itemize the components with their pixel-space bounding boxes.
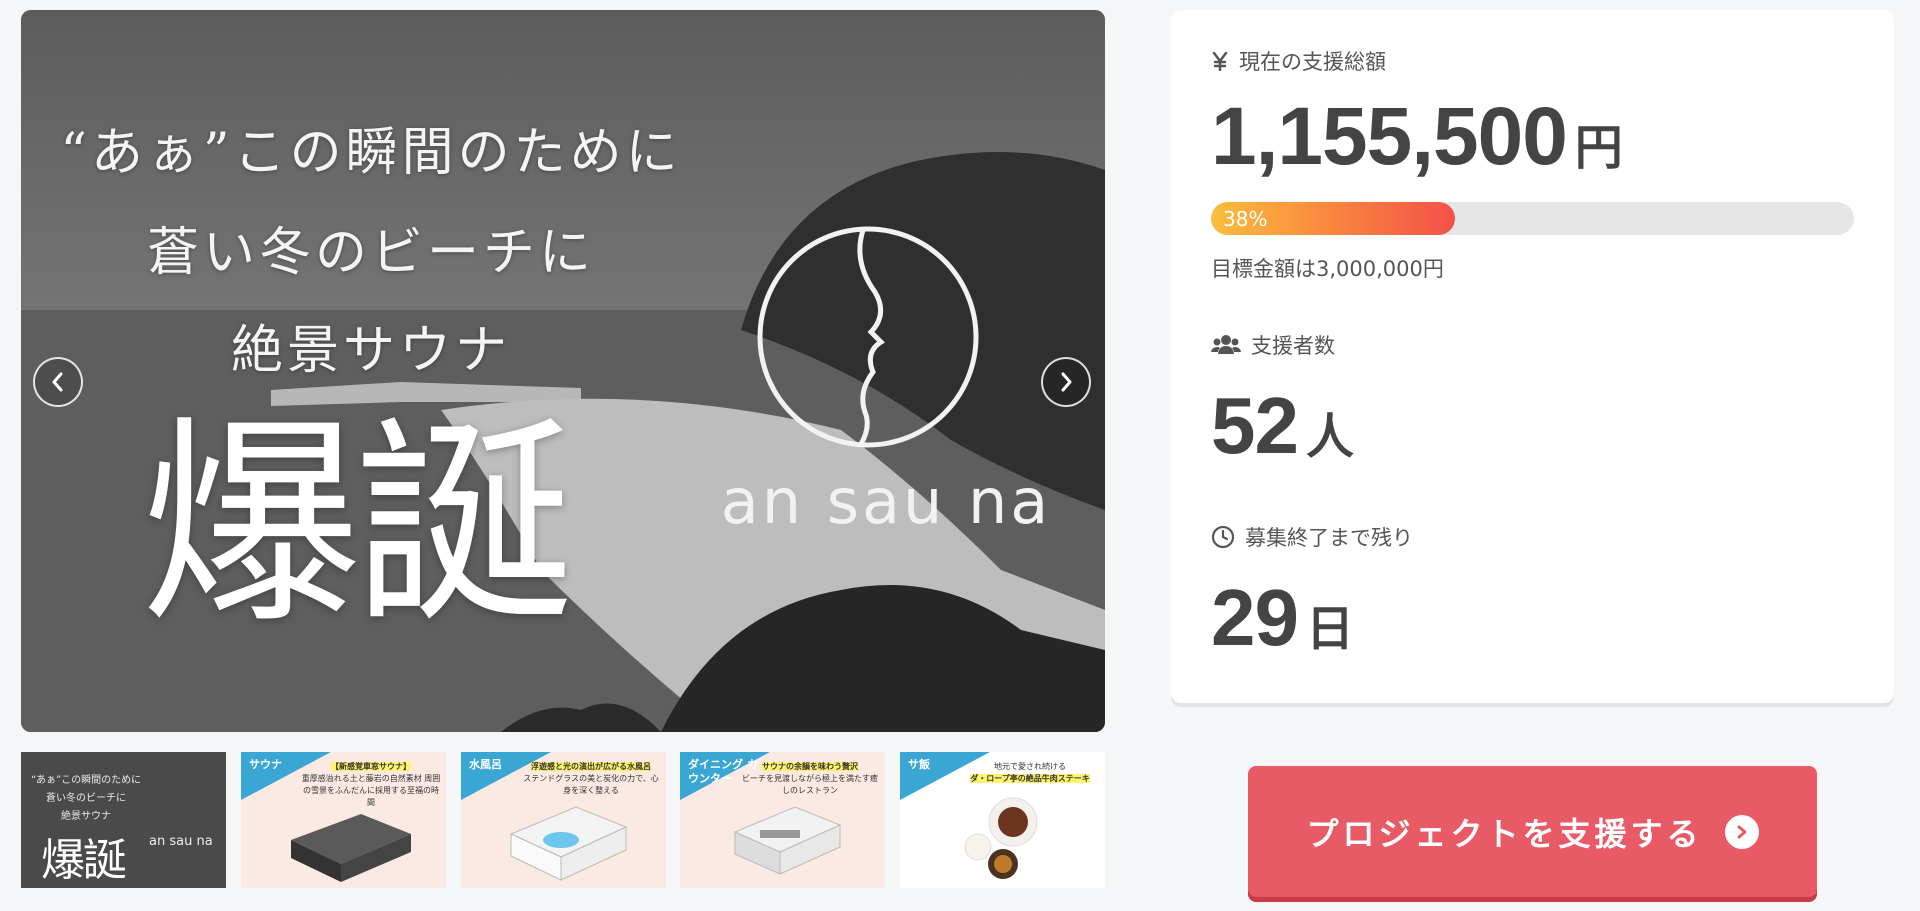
- goal-amount: 目標金額は3,000,000円: [1211, 257, 1444, 281]
- clock-icon: [1211, 525, 1235, 549]
- chevron-right-icon: [1061, 372, 1072, 392]
- thumbnail-headline: 爆誕: [41, 835, 127, 886]
- yen-unit: 円: [1574, 122, 1623, 175]
- users-icon: [1211, 334, 1241, 356]
- thumbnail-1[interactable]: “あぁ”この瞬間のために 蒼い冬のビーチに 絶景サウナ 爆誕 an sau na: [21, 752, 226, 888]
- support-project-button[interactable]: プロジェクトを支援する: [1248, 766, 1817, 897]
- main-image-slider: “あぁ”この瞬間のために 蒼い冬のビーチに 絶景サウナ 爆誕 an sau na: [21, 10, 1105, 732]
- supporters-label: 支援者数: [1211, 330, 1335, 360]
- progress-fill: 38%: [1211, 202, 1456, 235]
- thumbnail-2[interactable]: サウナ 【新感覚車窓サウナ】 重厚感溢れる土と藤岩の自然素材 周囲の雪景をふんだ…: [241, 752, 446, 888]
- ansauna-logo-text: an sau na: [720, 465, 1052, 538]
- remaining-label: 募集終了まで残り: [1211, 522, 1413, 552]
- slider-next-button[interactable]: [1041, 357, 1091, 407]
- progress-percent: 38%: [1223, 206, 1268, 231]
- funding-progress-bar: 38%: [1211, 202, 1854, 235]
- dining-counter-illustration: [733, 806, 842, 875]
- days-unit: 日: [1305, 603, 1354, 656]
- catch-line-3: 絶景サウナ: [230, 321, 511, 381]
- catch-line-1: “あぁ”この瞬間のために: [60, 123, 682, 183]
- ansauna-logo-mark: [757, 226, 979, 448]
- people-unit: 人: [1305, 411, 1354, 464]
- yen-icon: [1211, 51, 1229, 71]
- supporters-value: 52 人: [1211, 381, 1354, 470]
- thumbnail-5[interactable]: サ飯 地元で愛され続ける ダ・ロープ亭の絶品牛肉ステーキ: [900, 752, 1105, 888]
- thumbnail-logo: an sau na: [149, 834, 213, 849]
- slide-headline: 爆誕: [141, 397, 575, 653]
- support-project-label: プロジェクトを支援する: [1306, 814, 1703, 853]
- funding-stats-card: 現在の支援総額 1,155,500 円 38% 目標金額は3,000,000円 支…: [1171, 10, 1894, 703]
- chevron-left-icon: [52, 372, 63, 392]
- remaining-value: 29 日: [1211, 573, 1354, 662]
- thumbnail-3[interactable]: 水風呂 浮遊感と光の演出が広がる水風呂 ステンドグラスの美と炭化の力で、心身を深…: [461, 752, 666, 888]
- thumbnail-4[interactable]: ダイニング カウンター サウナの余韻を味わう贅沢 ビーチを見渡しながら極上を満た…: [680, 752, 885, 888]
- total-amount-label: 現在の支援総額: [1211, 46, 1386, 76]
- catch-line-2: 蒼い冬のビーチに: [146, 223, 595, 283]
- total-amount-value: 1,155,500 円: [1211, 91, 1623, 182]
- thumbnail-text: “あぁ”この瞬間のために 蒼い冬のビーチに 絶景サウナ: [30, 775, 142, 822]
- chevron-right-circle-icon: [1724, 814, 1759, 849]
- cold-bath-illustration: [509, 806, 628, 881]
- steak-dishes-photo: [964, 797, 1038, 879]
- slider-prev-button[interactable]: [33, 357, 83, 407]
- sauna-room-illustration: [291, 814, 411, 882]
